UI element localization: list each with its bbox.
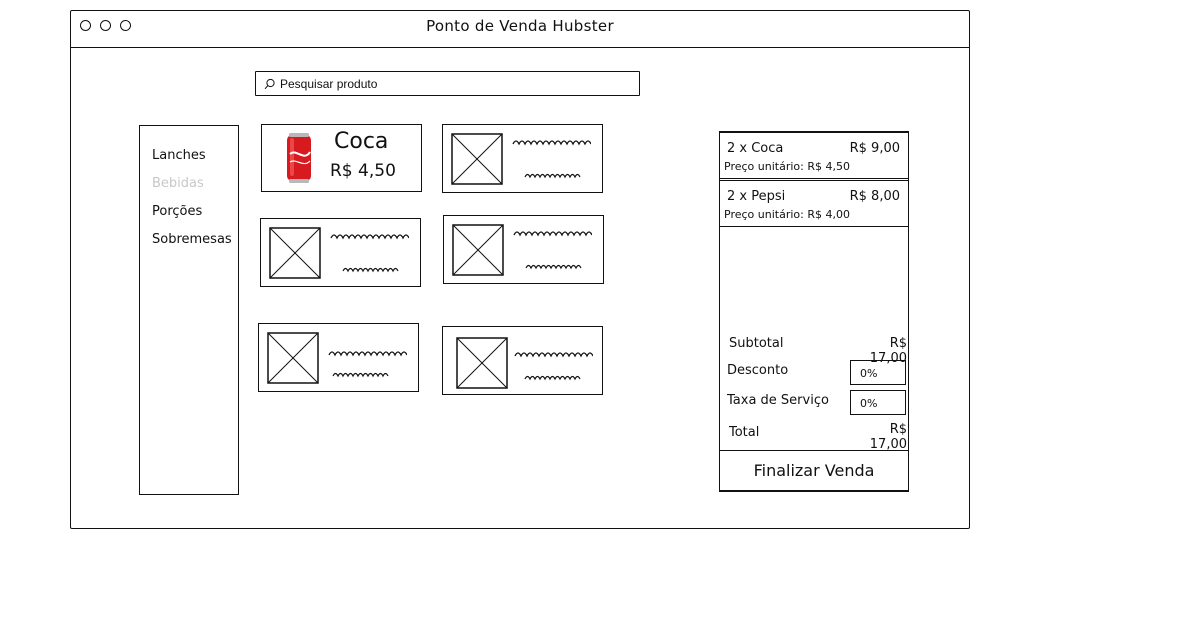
search-icon (264, 78, 275, 89)
window-title: Ponto de Venda Hubster (426, 17, 614, 35)
squiggle-text (513, 231, 592, 237)
product-card-coca[interactable]: Coca R$ 4,50 (261, 124, 422, 192)
squiggle-text (342, 267, 399, 273)
service-fee-label: Taxa de Serviço (727, 393, 829, 408)
squiggle-text (328, 351, 407, 357)
cart-item-pepsi[interactable]: 2 x Pepsi R$ 8,00 Preço unitário: R$ 4,0… (719, 180, 909, 227)
squiggle-text (524, 375, 581, 381)
image-placeholder-icon (267, 332, 319, 384)
squiggle-text (512, 140, 591, 146)
image-placeholder-icon (456, 337, 508, 389)
discount-input[interactable]: 0% (850, 360, 906, 385)
subtotal-label: Subtotal (729, 336, 784, 351)
search-input[interactable] (280, 76, 610, 91)
product-card-placeholder[interactable] (260, 218, 421, 287)
image-placeholder-icon (269, 227, 321, 279)
category-porcoes[interactable]: Porções (152, 204, 202, 219)
cart-item-unit-price: Preço unitário: R$ 4,50 (724, 160, 850, 173)
squiggle-text (524, 173, 581, 179)
total-value: R$ 17,00 (869, 422, 907, 452)
product-card-placeholder[interactable] (258, 323, 419, 392)
squiggle-text (514, 352, 593, 358)
service-fee-input[interactable]: 0% (850, 390, 906, 415)
category-sobremesas[interactable]: Sobremesas (152, 232, 232, 247)
product-card-placeholder[interactable] (442, 124, 603, 193)
search-bar[interactable] (255, 71, 640, 96)
total-label: Total (729, 425, 760, 440)
cart-item-unit-price: Preço unitário: R$ 4,00 (724, 208, 850, 221)
cart-item-name: 2 x Coca (727, 141, 784, 156)
squiggle-text (332, 372, 389, 378)
cart-item-total: R$ 9,00 (849, 141, 900, 156)
discount-label: Desconto (727, 363, 789, 378)
cart-item-coca[interactable]: 2 x Coca R$ 9,00 Preço unitário: R$ 4,50 (719, 132, 909, 179)
cart-item-total: R$ 8,00 (849, 189, 900, 204)
image-placeholder-icon (451, 133, 503, 185)
squiggle-text (525, 264, 582, 270)
product-card-placeholder[interactable] (442, 326, 603, 395)
image-placeholder-icon (452, 224, 504, 276)
cart-item-name: 2 x Pepsi (727, 189, 786, 204)
finalize-sale-button[interactable]: Finalizar Venda (719, 450, 909, 491)
coke-can-image (287, 133, 311, 183)
product-price: R$ 4,50 (330, 161, 396, 181)
category-lanches[interactable]: Lanches (152, 148, 206, 163)
product-name: Coca (334, 129, 389, 154)
product-card-placeholder[interactable] (443, 215, 604, 284)
category-bebidas[interactable]: Bebidas (152, 176, 204, 191)
squiggle-text (330, 234, 409, 240)
